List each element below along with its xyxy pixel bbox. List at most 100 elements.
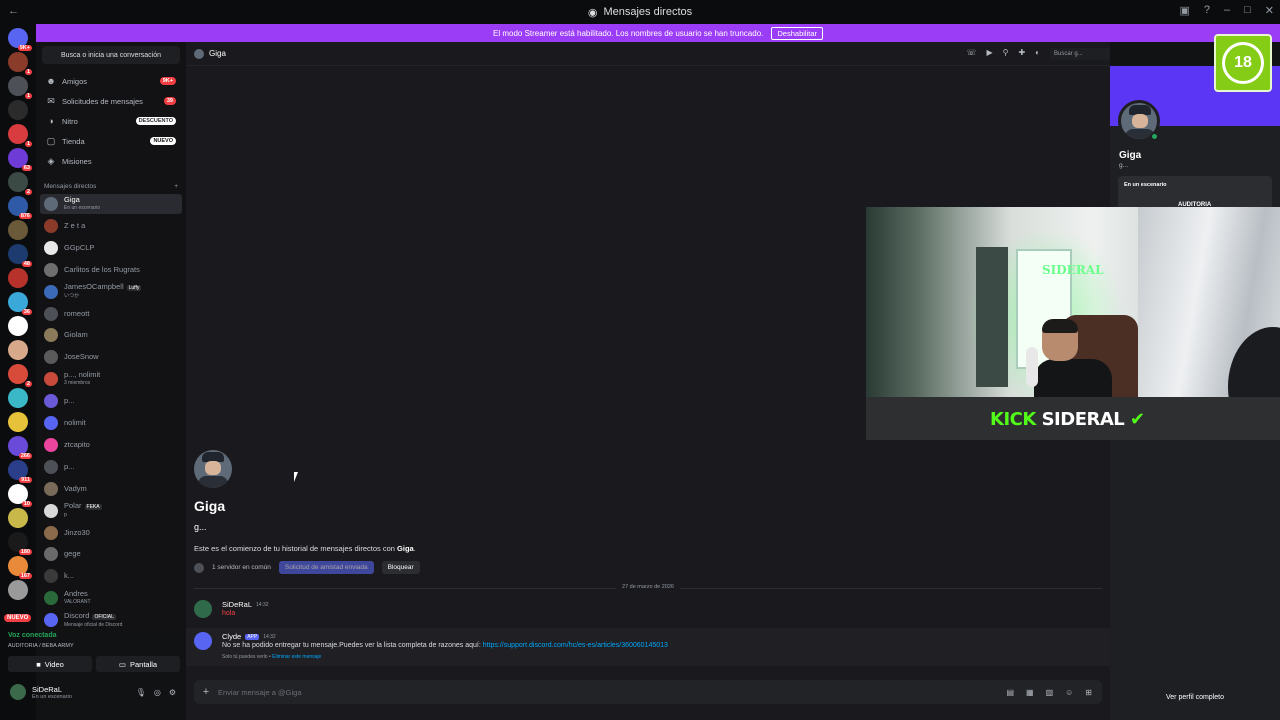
- message-avatar[interactable]: [194, 600, 212, 618]
- pin-icon[interactable]: ⚲: [1003, 48, 1009, 60]
- new-server-badge[interactable]: NUEVO: [4, 614, 32, 622]
- dm-item[interactable]: Andres VALORANT: [40, 588, 182, 608]
- server-icon[interactable]: 266: [8, 436, 32, 459]
- attach-plus-icon[interactable]: +: [194, 686, 218, 698]
- dm-item[interactable]: p...: [40, 391, 182, 411]
- nav-item[interactable]: ✉ Solicitudes de mensajes 39: [40, 92, 182, 110]
- nav-item[interactable]: ▢ Tienda NUEVO: [40, 132, 182, 150]
- voice-channel[interactable]: AUDITORIA / BEBA ARMY: [8, 643, 74, 649]
- user-avatar[interactable]: [10, 684, 26, 700]
- voice-call-icon[interactable]: ☏: [966, 48, 976, 60]
- server-icon[interactable]: 36: [8, 292, 32, 315]
- dm-item[interactable]: Jinzo30: [40, 523, 182, 543]
- dm-item[interactable]: p..., nolimit 3 miembros: [40, 369, 182, 389]
- message-author[interactable]: Clyde: [222, 632, 241, 641]
- dm-item[interactable]: Giga En un escenario: [40, 194, 182, 214]
- server-icon[interactable]: 2: [8, 172, 32, 195]
- nav-badge: DESCUENTO: [135, 117, 176, 125]
- dm-item[interactable]: Discord OFICIAL Mensaje oficial de Discord: [40, 610, 182, 630]
- maximize-icon[interactable]: □: [1244, 4, 1251, 17]
- microphone-icon[interactable]: 🎙: [136, 688, 146, 697]
- server-icon[interactable]: 63: [8, 148, 32, 171]
- dm-item[interactable]: ztcapito: [40, 435, 182, 455]
- server-icon[interactable]: [8, 220, 28, 240]
- server-icon[interactable]: 48: [8, 244, 32, 267]
- server-badge: 1: [24, 141, 32, 147]
- dm-item[interactable]: Vadym: [40, 479, 182, 499]
- server-icon[interactable]: 10: [8, 484, 32, 507]
- add-friend-icon[interactable]: ✚: [1018, 48, 1025, 60]
- dm-item[interactable]: JoseSnow: [40, 347, 182, 367]
- chat-search-input[interactable]: Buscar g...: [1050, 48, 1110, 60]
- server-icon[interactable]: [8, 100, 28, 120]
- server-icon[interactable]: [8, 316, 28, 336]
- back-arrow-icon[interactable]: ←: [8, 5, 19, 17]
- server-icon[interactable]: 9K+: [8, 28, 32, 51]
- dm-item[interactable]: Polar FEKA p: [40, 501, 182, 521]
- message-author[interactable]: SiDeRaL: [222, 600, 252, 609]
- settings-gear-icon[interactable]: ⚙: [169, 688, 176, 697]
- gif-icon[interactable]: ▦: [1026, 688, 1034, 697]
- server-icon[interactable]: 911: [8, 460, 32, 483]
- mutual-server-icon: [194, 562, 204, 573]
- clyde-avatar[interactable]: [194, 632, 212, 650]
- dm-item[interactable]: nolimit: [40, 413, 182, 433]
- emoji-icon[interactable]: ☺: [1065, 688, 1073, 697]
- server-icon[interactable]: 180: [8, 532, 32, 555]
- dm-avatar: [44, 394, 58, 409]
- mutual-servers-link[interactable]: 1 servidor en común: [212, 564, 271, 571]
- headphones-icon[interactable]: ◎: [154, 688, 161, 697]
- server-icon[interactable]: [8, 388, 28, 408]
- view-full-profile-link[interactable]: Ver perfil completo: [1110, 694, 1280, 701]
- profile-icon[interactable]: ◐: [1035, 48, 1040, 60]
- nav-item[interactable]: ☻ Amigos 9K+: [40, 72, 182, 90]
- message-input[interactable]: [218, 687, 1007, 697]
- server-icon[interactable]: 1: [8, 76, 32, 99]
- message-item[interactable]: Clyde APP 14:32 No se ha podido entregar t…: [194, 632, 1094, 662]
- profile-handle: g...: [1119, 162, 1129, 169]
- dm-avatar: [44, 591, 58, 606]
- video-button[interactable]: ■ Video: [8, 656, 92, 672]
- dm-item[interactable]: JamesOCampbell Luffy いつか: [40, 282, 182, 302]
- dm-item[interactable]: GGpCLP: [40, 238, 182, 258]
- disable-streamer-button[interactable]: Deshabilitar: [771, 26, 823, 40]
- server-icon[interactable]: [8, 268, 28, 288]
- server-icon[interactable]: 2: [8, 364, 32, 387]
- block-button[interactable]: Bloquear: [381, 561, 420, 574]
- server-icon[interactable]: 167: [8, 556, 32, 579]
- add-dm-icon[interactable]: +: [174, 183, 178, 190]
- dm-item[interactable]: romeott: [40, 304, 182, 324]
- sticker-icon[interactable]: ▧: [1046, 688, 1054, 697]
- server-icon[interactable]: [8, 412, 28, 432]
- help-icon[interactable]: ?: [1204, 4, 1210, 17]
- server-icon[interactable]: [8, 340, 28, 360]
- dismiss-message-link[interactable]: Eliminar este mensaje: [272, 654, 321, 660]
- message-item[interactable]: SiDeRaL 14:32 hola: [194, 600, 1094, 622]
- server-icon[interactable]: 876: [8, 196, 32, 219]
- dm-item[interactable]: Giolam: [40, 325, 182, 345]
- server-icon[interactable]: [8, 580, 28, 600]
- dm-item[interactable]: gege: [40, 544, 182, 564]
- server-icon[interactable]: 1: [8, 52, 32, 75]
- dm-item[interactable]: Carlitos de los Rugrats: [40, 260, 182, 280]
- dm-item[interactable]: Z e t a: [40, 216, 182, 236]
- find-conversation-button[interactable]: Busca o inicia una conversación: [42, 46, 180, 64]
- minimize-icon[interactable]: –: [1224, 4, 1230, 17]
- close-icon[interactable]: ✕: [1265, 4, 1274, 17]
- screen-share-button[interactable]: ▭ Pantalla: [96, 656, 180, 672]
- server-icon[interactable]: 1: [8, 124, 32, 147]
- nav-item[interactable]: ◈ Misiones: [40, 152, 182, 170]
- apps-icon[interactable]: ⊞: [1085, 688, 1092, 697]
- stage-activity-card[interactable]: En un escenario AUDITORIA: [1118, 176, 1272, 210]
- inbox-icon[interactable]: ▣: [1179, 4, 1189, 17]
- intro-avatar[interactable]: [194, 450, 232, 488]
- server-icon[interactable]: [8, 508, 28, 528]
- dm-item[interactable]: p...: [40, 457, 182, 477]
- support-link[interactable]: https://support.discord.com/hc/es-es/art…: [483, 642, 668, 649]
- window-title: ◉ Mensajes directos: [587, 6, 693, 19]
- friend-request-sent-button[interactable]: Solicitud de amistad enviada: [278, 561, 374, 574]
- gift-icon[interactable]: ▤: [1006, 688, 1014, 697]
- dm-item[interactable]: k...: [40, 566, 182, 586]
- nav-item[interactable]: ◑ Nitro DESCUENTO: [40, 112, 182, 130]
- video-call-icon[interactable]: ▶: [986, 48, 992, 60]
